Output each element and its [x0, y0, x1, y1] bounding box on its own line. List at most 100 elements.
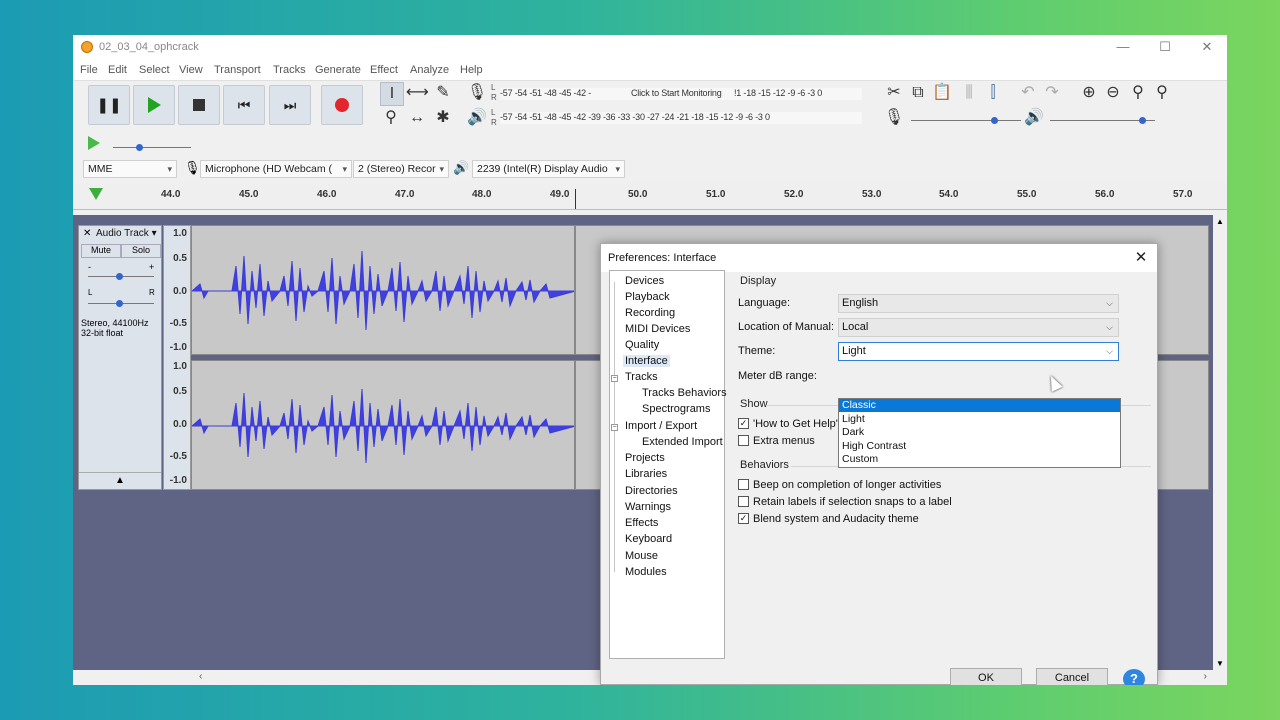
skip-to-start-button[interactable]: ⏮ [223, 85, 265, 125]
tree-item-quality[interactable]: Quality [625, 339, 659, 351]
fit-selection-icon[interactable]: ⚲ [1127, 82, 1149, 104]
retain-labels-checkbox[interactable] [738, 496, 749, 507]
envelope-tool-icon[interactable]: ⟷ [406, 82, 429, 104]
cancel-button[interactable]: Cancel [1036, 668, 1108, 685]
zoom-tool-icon[interactable]: ⚲ [380, 107, 402, 129]
record-button[interactable] [321, 85, 363, 125]
blend-theme-checkbox[interactable]: ✓ [738, 513, 749, 524]
stop-button[interactable] [178, 85, 220, 125]
pan-knob[interactable] [116, 300, 123, 307]
scroll-right-icon[interactable]: › [1204, 671, 1207, 682]
tree-item-effects[interactable]: Effects [625, 517, 658, 529]
selection-tool-icon[interactable]: I [380, 82, 404, 106]
audio-host-select[interactable]: MME ▾ [83, 160, 177, 178]
tree-item-modules[interactable]: Modules [625, 566, 667, 578]
vertical-scrollbar[interactable]: ▲ ▼ [1213, 215, 1227, 670]
cut-icon[interactable]: ✂ [883, 82, 905, 104]
menu-edit[interactable]: Edit [108, 64, 127, 76]
tree-item-interface[interactable]: Interface [623, 355, 670, 367]
tree-item-warnings[interactable]: Warnings [625, 501, 671, 513]
solo-button[interactable]: Solo [121, 244, 161, 258]
language-select[interactable]: English ⌵ [838, 294, 1119, 313]
waveform-left-channel[interactable] [191, 225, 575, 355]
menu-effect[interactable]: Effect [370, 64, 398, 76]
dialog-close-icon[interactable]: ✕ [1131, 248, 1151, 268]
close-window-button[interactable]: ✕ [1187, 37, 1227, 57]
track-close-icon[interactable]: ✕ [83, 228, 91, 239]
timeline-play-icon[interactable] [89, 188, 103, 200]
theme-option-classic[interactable]: Classic [839, 399, 1120, 412]
tree-item-keyboard[interactable]: Keyboard [625, 533, 672, 545]
beep-checkbox[interactable] [738, 479, 749, 490]
tree-item-directories[interactable]: Directories [625, 485, 678, 497]
tree-collapse-import-export-icon[interactable]: − [611, 424, 618, 431]
microphone-icon[interactable]: 🎙 [466, 82, 488, 104]
playback-volume-knob[interactable] [1139, 117, 1146, 124]
tree-item-playback[interactable]: Playback [625, 291, 670, 303]
scroll-up-icon[interactable]: ▲ [1216, 217, 1224, 226]
playback-device-select[interactable]: 2239 (Intel(R) Display Audio ▾ [472, 160, 625, 178]
track-name-menu[interactable]: Audio Track ▾ [96, 228, 157, 239]
extra-menus-checkbox[interactable] [738, 435, 749, 446]
silence-icon[interactable]: ⫿ [982, 82, 1004, 104]
zoom-out-icon[interactable]: ⊖ [1102, 82, 1124, 104]
tree-item-tracks-behaviors[interactable]: Tracks Behaviors [642, 387, 727, 399]
menu-generate[interactable]: Generate [315, 64, 361, 76]
waveform-right-channel[interactable] [191, 360, 575, 490]
play-speed-slider[interactable] [113, 147, 191, 148]
theme-option-dark[interactable]: Dark [839, 426, 1120, 439]
skip-to-end-button[interactable]: ⏭ [269, 85, 311, 125]
redo-icon[interactable]: ↷ [1041, 82, 1063, 104]
menu-select[interactable]: Select [139, 64, 170, 76]
theme-select[interactable]: Light ⌵ [838, 342, 1119, 361]
mute-button[interactable]: Mute [81, 244, 121, 258]
play-speed-knob[interactable] [136, 144, 143, 151]
timeline-ruler[interactable]: 44.0 45.0 46.0 47.0 48.0 49.0 50.0 51.0 … [73, 183, 1227, 210]
speaker-icon[interactable]: 🔊 [466, 107, 488, 129]
undo-icon[interactable]: ↶ [1017, 82, 1039, 104]
ok-button[interactable]: OK [950, 668, 1022, 685]
menu-file[interactable]: File [80, 64, 98, 76]
tree-item-devices[interactable]: Devices [625, 275, 664, 287]
draw-tool-icon[interactable]: ✎ [432, 82, 454, 104]
tree-item-spectrograms[interactable]: Spectrograms [642, 403, 710, 415]
multi-tool-icon[interactable]: ✱ [432, 107, 454, 129]
theme-option-high-contrast[interactable]: High Contrast [839, 440, 1120, 453]
collapse-track-icon[interactable]: ▲ [79, 472, 161, 489]
tree-collapse-tracks-icon[interactable]: − [611, 375, 618, 382]
menu-help[interactable]: Help [460, 64, 483, 76]
pause-button[interactable]: ❚❚ [88, 85, 130, 125]
tree-item-midi-devices[interactable]: MIDI Devices [625, 323, 690, 335]
record-meter[interactable]: -57 -54 -51 -48 -45 -42 -⁠ Click to Star… [500, 88, 862, 100]
playback-meter[interactable]: -57 -54 -51 -48 -45 -42 -39 -36 -33 -30 … [500, 112, 862, 124]
tree-item-projects[interactable]: Projects [625, 452, 665, 464]
menu-analyze[interactable]: Analyze [410, 64, 449, 76]
recording-volume-knob[interactable] [991, 117, 998, 124]
play-at-speed-icon[interactable] [88, 136, 100, 150]
how-to-get-help-checkbox[interactable]: ✓ [738, 418, 749, 429]
tree-item-libraries[interactable]: Libraries [625, 468, 667, 480]
time-shift-tool-icon[interactable]: ↔ [406, 107, 428, 129]
scroll-left-icon[interactable]: ‹ [199, 671, 202, 682]
copy-icon[interactable]: ⧉ [907, 82, 929, 104]
theme-option-custom[interactable]: Custom [839, 453, 1120, 466]
menu-transport[interactable]: Transport [214, 64, 261, 76]
record-meter-click-text[interactable]: Click to Start Monitoring [631, 88, 722, 98]
scroll-down-icon[interactable]: ▼ [1216, 659, 1224, 668]
theme-option-light[interactable]: Light [839, 413, 1120, 426]
recording-device-select[interactable]: Microphone (HD Webcam (▾ [200, 160, 352, 178]
minimize-button[interactable]: — [1103, 37, 1143, 57]
tree-item-extended-import[interactable]: Extended Import [642, 436, 723, 448]
tree-item-tracks[interactable]: Tracks [625, 371, 658, 383]
gain-knob[interactable] [116, 273, 123, 280]
recording-volume-slider[interactable] [911, 120, 1021, 121]
tree-item-mouse[interactable]: Mouse [625, 550, 658, 562]
tree-item-import-export[interactable]: Import / Export [625, 420, 697, 432]
zoom-in-icon[interactable]: ⊕ [1078, 82, 1100, 104]
maximize-button[interactable]: ☐ [1145, 37, 1185, 57]
menu-tracks[interactable]: Tracks [273, 64, 306, 76]
tree-item-recording[interactable]: Recording [625, 307, 675, 319]
play-button[interactable] [133, 85, 175, 125]
manual-location-select[interactable]: Local ⌵ [838, 318, 1119, 337]
menu-view[interactable]: View [179, 64, 203, 76]
